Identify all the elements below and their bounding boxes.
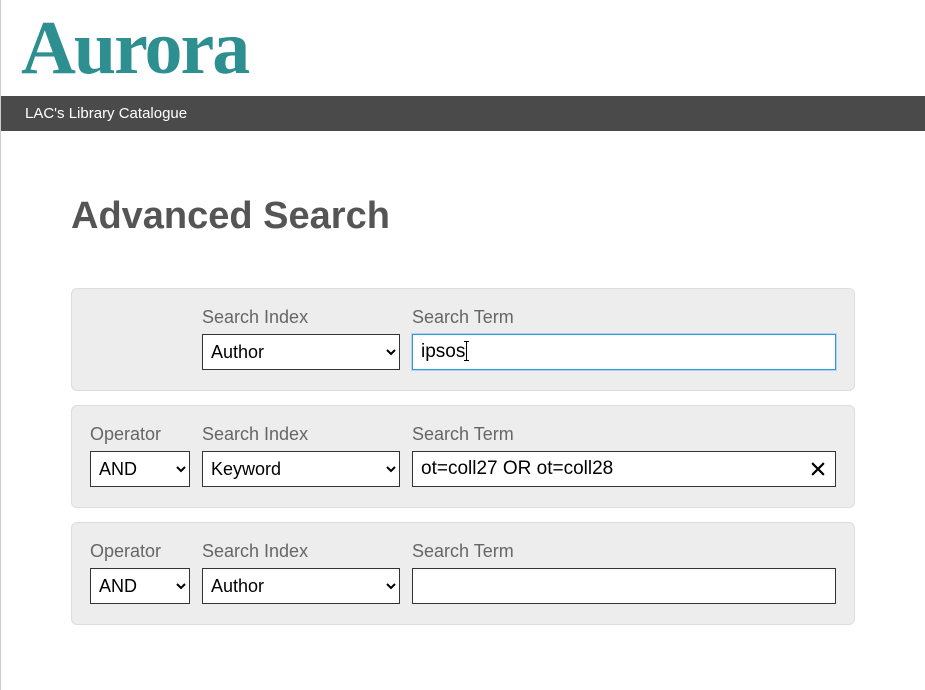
main-content: Advanced Search Search Index KeywordAutho…: [1, 131, 925, 625]
search-index-label: Search Index: [202, 307, 400, 328]
text-caret: [466, 341, 467, 361]
search-term-label: Search Term: [412, 424, 836, 445]
clear-icon[interactable]: [806, 457, 830, 481]
operator-select[interactable]: ANDORNOT: [90, 568, 190, 604]
search-index-select[interactable]: KeywordAuthorTitleSubject: [202, 568, 400, 604]
site-logo: Aurora: [21, 10, 248, 86]
search-term-input[interactable]: [412, 568, 836, 604]
page-title: Advanced Search: [71, 195, 855, 238]
search-index-select[interactable]: KeywordAuthorTitleSubject: [202, 451, 400, 487]
search-row: Operator ANDORNOT Search Index KeywordAutho…: [71, 405, 855, 508]
search-rows: Search Index KeywordAuthorTitleSubject Sea…: [71, 288, 855, 625]
search-index-select[interactable]: KeywordAuthorTitleSubject: [202, 334, 400, 370]
topbar-catalogue-label: LAC's Library Catalogue: [1, 96, 925, 131]
search-term-label: Search Term: [412, 541, 836, 562]
search-index-label: Search Index: [202, 541, 400, 562]
search-term-input[interactable]: [412, 451, 836, 487]
search-term-input[interactable]: [412, 334, 836, 370]
search-index-label: Search Index: [202, 424, 400, 445]
operator-select[interactable]: ANDORNOT: [90, 451, 190, 487]
search-row: Search Index KeywordAuthorTitleSubject Sea…: [71, 288, 855, 391]
operator-label: Operator: [90, 424, 190, 445]
search-row: Operator ANDORNOT Search Index KeywordAutho…: [71, 522, 855, 625]
search-term-label: Search Term: [412, 307, 836, 328]
logo-area: Aurora: [1, 0, 925, 96]
operator-label: Operator: [90, 541, 190, 562]
